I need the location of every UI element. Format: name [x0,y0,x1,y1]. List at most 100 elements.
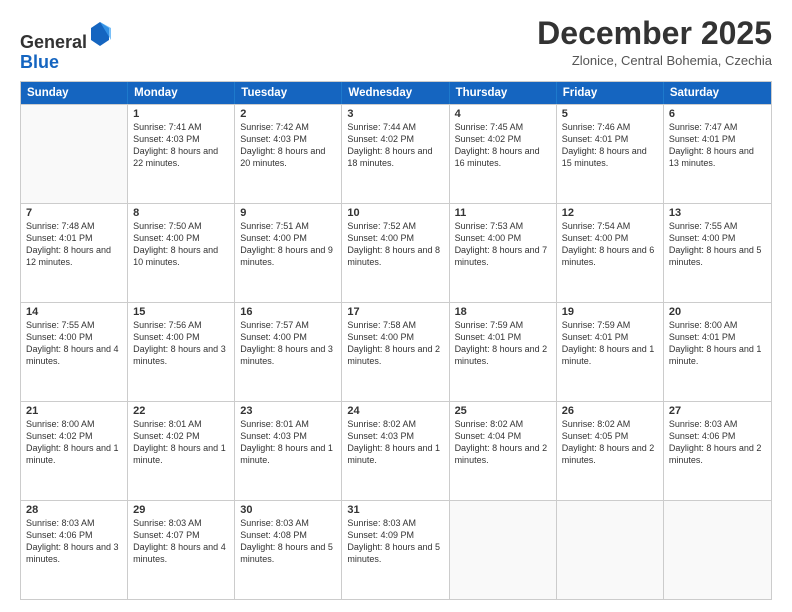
day-details: Sunrise: 8:00 AM Sunset: 4:01 PM Dayligh… [669,319,766,368]
day-details: Sunrise: 7:41 AM Sunset: 4:03 PM Dayligh… [133,121,229,170]
day-details: Sunrise: 8:02 AM Sunset: 4:05 PM Dayligh… [562,418,658,467]
day-cell-7: 7Sunrise: 7:48 AM Sunset: 4:01 PM Daylig… [21,204,128,302]
day-number: 13 [669,207,766,219]
day-number: 7 [26,207,122,219]
day-cell-4: 4Sunrise: 7:45 AM Sunset: 4:02 PM Daylig… [450,105,557,203]
day-cell-8: 8Sunrise: 7:50 AM Sunset: 4:00 PM Daylig… [128,204,235,302]
day-cell-15: 15Sunrise: 7:56 AM Sunset: 4:00 PM Dayli… [128,303,235,401]
day-number: 6 [669,108,766,120]
day-number: 16 [240,306,336,318]
day-details: Sunrise: 8:02 AM Sunset: 4:03 PM Dayligh… [347,418,443,467]
day-details: Sunrise: 8:02 AM Sunset: 4:04 PM Dayligh… [455,418,551,467]
day-number: 10 [347,207,443,219]
empty-cell-r4c6 [664,501,771,599]
day-details: Sunrise: 8:01 AM Sunset: 4:02 PM Dayligh… [133,418,229,467]
day-details: Sunrise: 7:42 AM Sunset: 4:03 PM Dayligh… [240,121,336,170]
day-number: 26 [562,405,658,417]
weekday-header-wednesday: Wednesday [342,82,449,104]
day-cell-14: 14Sunrise: 7:55 AM Sunset: 4:00 PM Dayli… [21,303,128,401]
day-details: Sunrise: 7:50 AM Sunset: 4:00 PM Dayligh… [133,220,229,269]
day-details: Sunrise: 8:03 AM Sunset: 4:06 PM Dayligh… [669,418,766,467]
day-cell-12: 12Sunrise: 7:54 AM Sunset: 4:00 PM Dayli… [557,204,664,302]
day-cell-11: 11Sunrise: 7:53 AM Sunset: 4:00 PM Dayli… [450,204,557,302]
day-number: 20 [669,306,766,318]
day-number: 18 [455,306,551,318]
logo-blue: Blue [20,52,59,72]
day-details: Sunrise: 7:51 AM Sunset: 4:00 PM Dayligh… [240,220,336,269]
day-details: Sunrise: 7:47 AM Sunset: 4:01 PM Dayligh… [669,121,766,170]
logo: General Blue [20,20,111,73]
day-number: 30 [240,504,336,516]
calendar-row-2: 7Sunrise: 7:48 AM Sunset: 4:01 PM Daylig… [21,203,771,302]
day-details: Sunrise: 7:52 AM Sunset: 4:00 PM Dayligh… [347,220,443,269]
calendar-row-4: 21Sunrise: 8:00 AM Sunset: 4:02 PM Dayli… [21,401,771,500]
day-cell-5: 5Sunrise: 7:46 AM Sunset: 4:01 PM Daylig… [557,105,664,203]
day-cell-2: 2Sunrise: 7:42 AM Sunset: 4:03 PM Daylig… [235,105,342,203]
day-number: 2 [240,108,336,120]
day-number: 17 [347,306,443,318]
day-details: Sunrise: 7:44 AM Sunset: 4:02 PM Dayligh… [347,121,443,170]
day-cell-17: 17Sunrise: 7:58 AM Sunset: 4:00 PM Dayli… [342,303,449,401]
day-number: 15 [133,306,229,318]
day-number: 31 [347,504,443,516]
day-number: 9 [240,207,336,219]
calendar-row-5: 28Sunrise: 8:03 AM Sunset: 4:06 PM Dayli… [21,500,771,599]
day-details: Sunrise: 8:01 AM Sunset: 4:03 PM Dayligh… [240,418,336,467]
day-cell-25: 25Sunrise: 8:02 AM Sunset: 4:04 PM Dayli… [450,402,557,500]
day-cell-23: 23Sunrise: 8:01 AM Sunset: 4:03 PM Dayli… [235,402,342,500]
day-number: 23 [240,405,336,417]
day-number: 21 [26,405,122,417]
day-cell-27: 27Sunrise: 8:03 AM Sunset: 4:06 PM Dayli… [664,402,771,500]
weekday-header-tuesday: Tuesday [235,82,342,104]
calendar-row-3: 14Sunrise: 7:55 AM Sunset: 4:00 PM Dayli… [21,302,771,401]
day-cell-20: 20Sunrise: 8:00 AM Sunset: 4:01 PM Dayli… [664,303,771,401]
day-details: Sunrise: 7:59 AM Sunset: 4:01 PM Dayligh… [562,319,658,368]
day-cell-26: 26Sunrise: 8:02 AM Sunset: 4:05 PM Dayli… [557,402,664,500]
calendar: SundayMondayTuesdayWednesdayThursdayFrid… [20,81,772,600]
day-number: 29 [133,504,229,516]
day-cell-31: 31Sunrise: 8:03 AM Sunset: 4:09 PM Dayli… [342,501,449,599]
weekday-header-sunday: Sunday [21,82,128,104]
day-details: Sunrise: 7:55 AM Sunset: 4:00 PM Dayligh… [669,220,766,269]
day-cell-13: 13Sunrise: 7:55 AM Sunset: 4:00 PM Dayli… [664,204,771,302]
day-cell-3: 3Sunrise: 7:44 AM Sunset: 4:02 PM Daylig… [342,105,449,203]
month-title: December 2025 [537,16,772,51]
day-number: 25 [455,405,551,417]
calendar-row-1: 1Sunrise: 7:41 AM Sunset: 4:03 PM Daylig… [21,104,771,203]
day-details: Sunrise: 8:03 AM Sunset: 4:07 PM Dayligh… [133,517,229,566]
day-number: 14 [26,306,122,318]
empty-cell-r0c0 [21,105,128,203]
day-cell-30: 30Sunrise: 8:03 AM Sunset: 4:08 PM Dayli… [235,501,342,599]
weekday-header-friday: Friday [557,82,664,104]
day-details: Sunrise: 7:58 AM Sunset: 4:00 PM Dayligh… [347,319,443,368]
day-number: 27 [669,405,766,417]
logo-icon [89,20,111,48]
weekday-header-saturday: Saturday [664,82,771,104]
day-cell-19: 19Sunrise: 7:59 AM Sunset: 4:01 PM Dayli… [557,303,664,401]
page-header: General Blue December 2025 Zlonice, Cent… [20,16,772,73]
day-details: Sunrise: 8:03 AM Sunset: 4:08 PM Dayligh… [240,517,336,566]
day-details: Sunrise: 7:46 AM Sunset: 4:01 PM Dayligh… [562,121,658,170]
day-cell-18: 18Sunrise: 7:59 AM Sunset: 4:01 PM Dayli… [450,303,557,401]
day-cell-24: 24Sunrise: 8:02 AM Sunset: 4:03 PM Dayli… [342,402,449,500]
day-number: 8 [133,207,229,219]
day-number: 12 [562,207,658,219]
day-details: Sunrise: 8:03 AM Sunset: 4:06 PM Dayligh… [26,517,122,566]
day-details: Sunrise: 8:03 AM Sunset: 4:09 PM Dayligh… [347,517,443,566]
day-number: 24 [347,405,443,417]
empty-cell-r4c4 [450,501,557,599]
day-number: 3 [347,108,443,120]
weekday-header-thursday: Thursday [450,82,557,104]
day-details: Sunrise: 7:57 AM Sunset: 4:00 PM Dayligh… [240,319,336,368]
day-number: 19 [562,306,658,318]
day-details: Sunrise: 7:45 AM Sunset: 4:02 PM Dayligh… [455,121,551,170]
day-cell-22: 22Sunrise: 8:01 AM Sunset: 4:02 PM Dayli… [128,402,235,500]
day-details: Sunrise: 7:55 AM Sunset: 4:00 PM Dayligh… [26,319,122,368]
day-details: Sunrise: 7:56 AM Sunset: 4:00 PM Dayligh… [133,319,229,368]
day-number: 5 [562,108,658,120]
logo-general: General [20,32,87,52]
day-number: 4 [455,108,551,120]
day-cell-10: 10Sunrise: 7:52 AM Sunset: 4:00 PM Dayli… [342,204,449,302]
day-details: Sunrise: 8:00 AM Sunset: 4:02 PM Dayligh… [26,418,122,467]
day-number: 11 [455,207,551,219]
